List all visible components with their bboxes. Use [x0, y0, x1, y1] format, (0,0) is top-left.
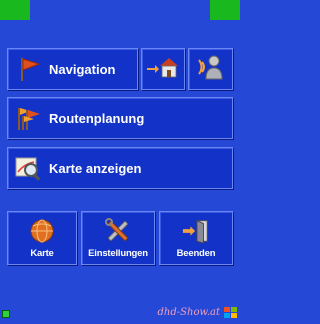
navigation-button[interactable]: Navigation: [7, 48, 138, 90]
show-map-button[interactable]: Karte anzeigen: [7, 147, 233, 189]
home-button[interactable]: [141, 48, 185, 90]
speaker-person-icon: [196, 52, 226, 87]
windows-logo-icon[interactable]: [224, 306, 238, 318]
route-planning-button[interactable]: Routenplanung: [7, 97, 233, 139]
top-right-corner: [210, 0, 240, 20]
exit-door-icon: [182, 217, 210, 245]
home-icon: [146, 53, 180, 86]
settings-label: Einstellungen: [88, 248, 148, 259]
status-indicator: [2, 310, 10, 318]
top-left-corner: [0, 0, 30, 20]
status-bar: dhd-Show.at: [0, 304, 240, 320]
flag-icon: [14, 54, 44, 84]
exit-button[interactable]: Beenden: [159, 211, 233, 265]
voice-button[interactable]: [188, 48, 233, 90]
watermark-text: dhd-Show.at: [157, 307, 220, 318]
navigation-label: Navigation: [49, 61, 116, 77]
map-magnifier-icon: [14, 153, 44, 183]
map-button[interactable]: Karte: [7, 211, 77, 265]
map-label: Karte: [30, 248, 54, 259]
settings-button[interactable]: Einstellungen: [81, 211, 155, 265]
exit-label: Beenden: [176, 248, 216, 259]
checkered-flags-icon: [14, 103, 44, 133]
globe-icon: [28, 217, 56, 245]
tools-icon: [104, 217, 132, 245]
show-map-label: Karte anzeigen: [49, 160, 142, 176]
route-planning-label: Routenplanung: [49, 110, 145, 126]
